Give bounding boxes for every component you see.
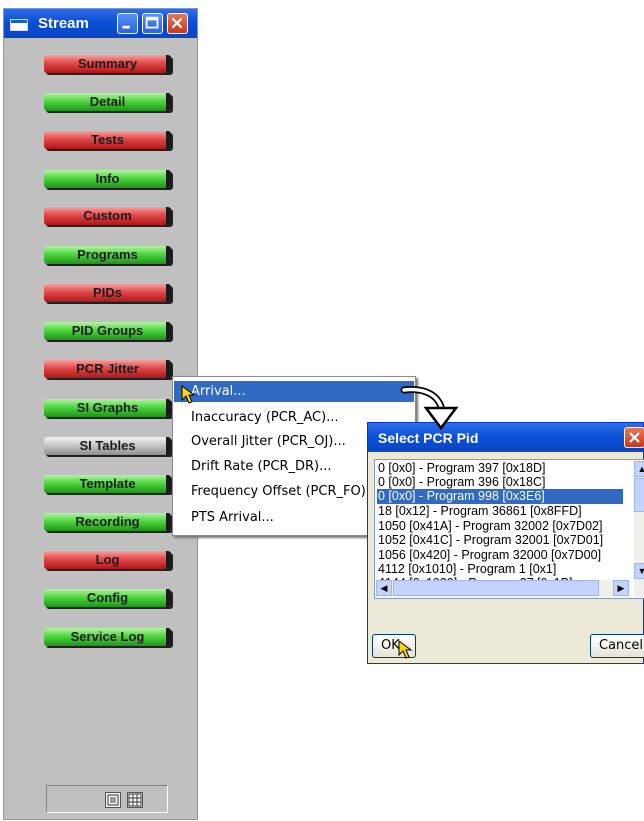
list-item[interactable]: 0 [0x0] - Program 397 [0x18D] bbox=[377, 461, 545, 476]
grid-view-icon[interactable] bbox=[127, 792, 143, 808]
scroll-up-icon[interactable]: ▲ bbox=[634, 461, 644, 477]
list-item[interactable]: 18 [0x12] - Program 36861 [0x8FFD] bbox=[377, 504, 582, 519]
template-button[interactable]: Template bbox=[44, 475, 171, 493]
callout-arrow-icon bbox=[400, 386, 459, 431]
config-button[interactable]: Config bbox=[44, 589, 171, 607]
list-view-icon[interactable] bbox=[105, 792, 121, 808]
cursor-icon bbox=[398, 640, 413, 659]
si-tables-button[interactable]: SI Tables bbox=[44, 437, 171, 455]
pcr-pid-listbox[interactable]: 0 [0x0] - Program 397 [0x18D] 0 [0x0] - … bbox=[374, 459, 644, 599]
close-button[interactable] bbox=[167, 13, 188, 34]
cursor-icon bbox=[181, 385, 196, 404]
list-item[interactable]: 1050 [0x41A] - Program 32002 [0x7D02] bbox=[377, 519, 602, 534]
list-item[interactable]: 1056 [0x420] - Program 32000 [0x7D00] bbox=[377, 548, 601, 563]
select-pcr-pid-dialog: Select PCR Pid 0 [0x0] - Program 397 [0x… bbox=[367, 422, 644, 664]
tests-button[interactable]: Tests bbox=[44, 131, 171, 149]
maximize-button[interactable] bbox=[142, 13, 163, 34]
detail-button[interactable]: Detail bbox=[44, 93, 171, 111]
menu-item-arrival[interactable]: Arrival... bbox=[174, 381, 414, 402]
pcr-jitter-button[interactable]: PCR Jitter bbox=[44, 360, 171, 378]
recording-button[interactable]: Recording bbox=[44, 513, 171, 531]
custom-button[interactable]: Custom bbox=[44, 207, 171, 225]
pids-button[interactable]: PIDs bbox=[44, 284, 171, 302]
cancel-button[interactable]: Cancel bbox=[590, 634, 644, 658]
list-item[interactable]: 4112 [0x1010] - Program 1 [0x1] bbox=[377, 562, 556, 577]
stream-window: Stream Summary Detail Tests Info Custom … bbox=[3, 8, 198, 820]
list-item[interactable]: 0 [0x0] - Program 396 [0x18C] bbox=[377, 475, 545, 490]
minimize-button[interactable] bbox=[117, 13, 138, 34]
pid-groups-button[interactable]: PID Groups bbox=[44, 322, 171, 340]
log-button[interactable]: Log bbox=[44, 551, 171, 569]
window-title: Stream bbox=[38, 15, 89, 32]
window-icon bbox=[10, 19, 28, 31]
vertical-scrollbar[interactable]: ▲ ▼ bbox=[634, 461, 644, 597]
status-area bbox=[46, 785, 168, 813]
list-item-selected[interactable]: 0 [0x0] - Program 998 [0x3E6] bbox=[377, 489, 623, 504]
scroll-left-icon[interactable]: ◀ bbox=[376, 580, 392, 596]
horizontal-scroll-thumb[interactable] bbox=[393, 580, 599, 596]
programs-button[interactable]: Programs bbox=[44, 246, 171, 264]
vertical-scroll-thumb[interactable] bbox=[634, 478, 644, 512]
service-log-button[interactable]: Service Log bbox=[44, 628, 171, 646]
summary-button[interactable]: Summary bbox=[44, 55, 171, 73]
info-button[interactable]: Info bbox=[44, 170, 171, 188]
stream-titlebar[interactable]: Stream bbox=[4, 9, 197, 38]
si-graphs-button[interactable]: SI Graphs bbox=[44, 399, 171, 417]
list-item[interactable]: 1052 [0x41C] - Program 32001 [0x7D01] bbox=[377, 533, 603, 548]
scroll-down-icon[interactable]: ▼ bbox=[634, 563, 644, 579]
dialog-close-button[interactable] bbox=[624, 427, 644, 448]
horizontal-scrollbar[interactable]: ◀ ▶ bbox=[376, 580, 630, 597]
scroll-right-icon[interactable]: ▶ bbox=[613, 580, 629, 596]
